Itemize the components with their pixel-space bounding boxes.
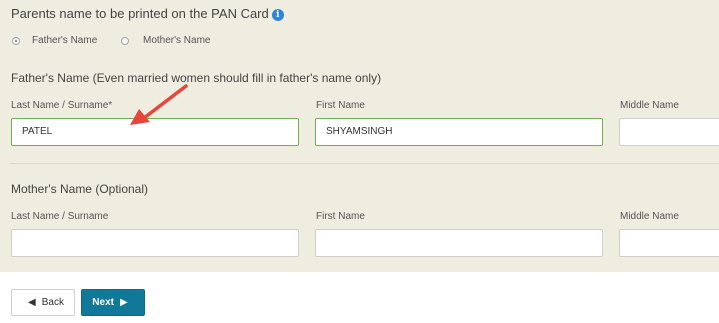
back-button[interactable]: ◀ Back [11,289,75,316]
back-button-label: Back [41,297,64,308]
parents-title-text: Parents name to be printed on the PAN Ca… [11,6,269,21]
father-last-name-label: Last Name / Surname* [11,100,113,111]
next-button-label: Next [92,297,114,308]
mother-middle-name-label: Middle Name [620,211,679,222]
red-pointer-arrow-icon [130,84,188,125]
father-middle-name-input[interactable] [619,118,719,146]
mother-first-name-input[interactable] [315,229,603,257]
father-name-radio[interactable] [12,37,20,45]
parents-section-title: Parents name to be printed on the PAN Ca… [11,6,284,21]
father-name-heading: Father's Name (Even married women should… [11,71,382,85]
mother-name-heading: Mother's Name (Optional) [11,182,149,196]
mother-first-name-label: First Name [316,211,365,222]
mother-last-name-label: Last Name / Surname [11,211,109,222]
father-first-name-label: First Name [316,100,365,111]
mother-last-name-input[interactable] [11,229,299,257]
mother-name-radio[interactable] [121,37,129,45]
left-arrow-icon: ◀ [28,297,36,308]
next-button[interactable]: Next ▶ [81,289,145,316]
info-icon[interactable]: i [271,9,284,21]
mother-middle-name-input[interactable] [619,229,719,257]
section-divider [10,163,719,164]
father-first-name-input[interactable]: SHYAMSINGH [315,118,603,146]
father-name-option-label[interactable]: Father's Name [32,35,97,46]
mother-name-option-label[interactable]: Mother's Name [143,35,211,46]
father-middle-name-label: Middle Name [620,100,679,111]
right-arrow-icon: ▶ [119,297,128,308]
